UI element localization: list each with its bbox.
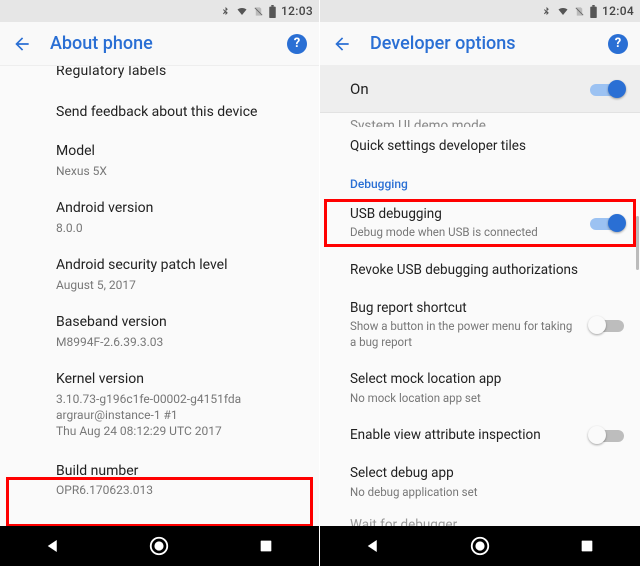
list-item[interactable]: Bug report shortcut Show a button in the… (320, 289, 640, 360)
list-item[interactable]: Send feedback about this device (0, 93, 319, 132)
list-item[interactable]: Quick settings developer tiles (320, 127, 640, 165)
list-item[interactable]: Enable view attribute inspection (320, 416, 640, 454)
nav-home-icon[interactable] (129, 526, 189, 566)
help-icon[interactable]: ? (608, 34, 628, 54)
wifi-icon (235, 5, 249, 17)
usb-debugging-switch[interactable] (590, 214, 624, 232)
list-item[interactable]: Kernel version 3.10.73-g196c1fe-00002-g4… (0, 360, 319, 449)
nav-recents-icon[interactable] (236, 526, 296, 566)
nav-back-icon[interactable] (23, 526, 83, 566)
list-item[interactable]: Wait for debugger (320, 510, 640, 526)
list-item[interactable]: SELinux status Enforcing (0, 511, 319, 526)
list-item[interactable]: System UI demo mode (320, 113, 640, 127)
list-item-usb-debugging[interactable]: USB debugging Debug mode when USB is con… (320, 195, 640, 251)
help-icon[interactable]: ? (287, 34, 307, 54)
list-item[interactable]: Baseband version M8994F-2.6.39.3.03 (0, 303, 319, 360)
list-item[interactable]: Android version 8.0.0 (0, 189, 319, 246)
settings-list: Regulatory labels Send feedback about th… (0, 66, 319, 526)
appbar-title: About phone (50, 33, 269, 54)
clock-text: 12:03 (281, 4, 313, 18)
no-sim-icon (253, 5, 264, 18)
settings-list: On System UI demo mode Quick settings de… (320, 66, 640, 526)
section-header-debugging: Debugging (320, 165, 640, 195)
battery-icon (268, 5, 277, 18)
appbar-title: Developer options (370, 33, 590, 54)
bluetooth-icon (541, 5, 552, 18)
back-icon[interactable] (332, 34, 352, 54)
wifi-icon (556, 5, 570, 17)
status-bar: 12:04 (320, 0, 640, 22)
bug-report-switch[interactable] (590, 316, 624, 334)
list-item[interactable]: Select mock location app No mock locatio… (320, 360, 640, 416)
list-item[interactable]: Android security patch level August 5, 2… (0, 246, 319, 303)
list-item[interactable]: Revoke USB debugging authorizations (320, 251, 640, 289)
list-item[interactable]: Select debug app No debug application se… (320, 454, 640, 510)
list-item[interactable]: Regulatory labels (0, 66, 319, 93)
clock-text: 12:04 (602, 4, 634, 18)
navigation-bar (320, 526, 640, 566)
no-sim-icon (574, 5, 585, 18)
nav-back-icon[interactable] (343, 526, 403, 566)
nav-recents-icon[interactable] (557, 526, 617, 566)
master-toggle-row[interactable]: On (320, 66, 640, 113)
app-bar: About phone ? (0, 22, 319, 66)
list-item[interactable]: Model Nexus 5X (0, 132, 319, 189)
nav-home-icon[interactable] (450, 526, 510, 566)
list-item-build-number[interactable]: Build number OPR6.170623.013 (0, 450, 319, 511)
view-attr-switch[interactable] (590, 426, 624, 444)
bluetooth-icon (220, 5, 231, 18)
back-icon[interactable] (12, 34, 32, 54)
navigation-bar (0, 526, 319, 566)
master-switch[interactable] (590, 80, 624, 98)
status-bar: 12:03 (0, 0, 319, 22)
battery-icon (589, 5, 598, 18)
scrollbar-thumb[interactable] (636, 216, 639, 270)
app-bar: Developer options ? (320, 22, 640, 66)
